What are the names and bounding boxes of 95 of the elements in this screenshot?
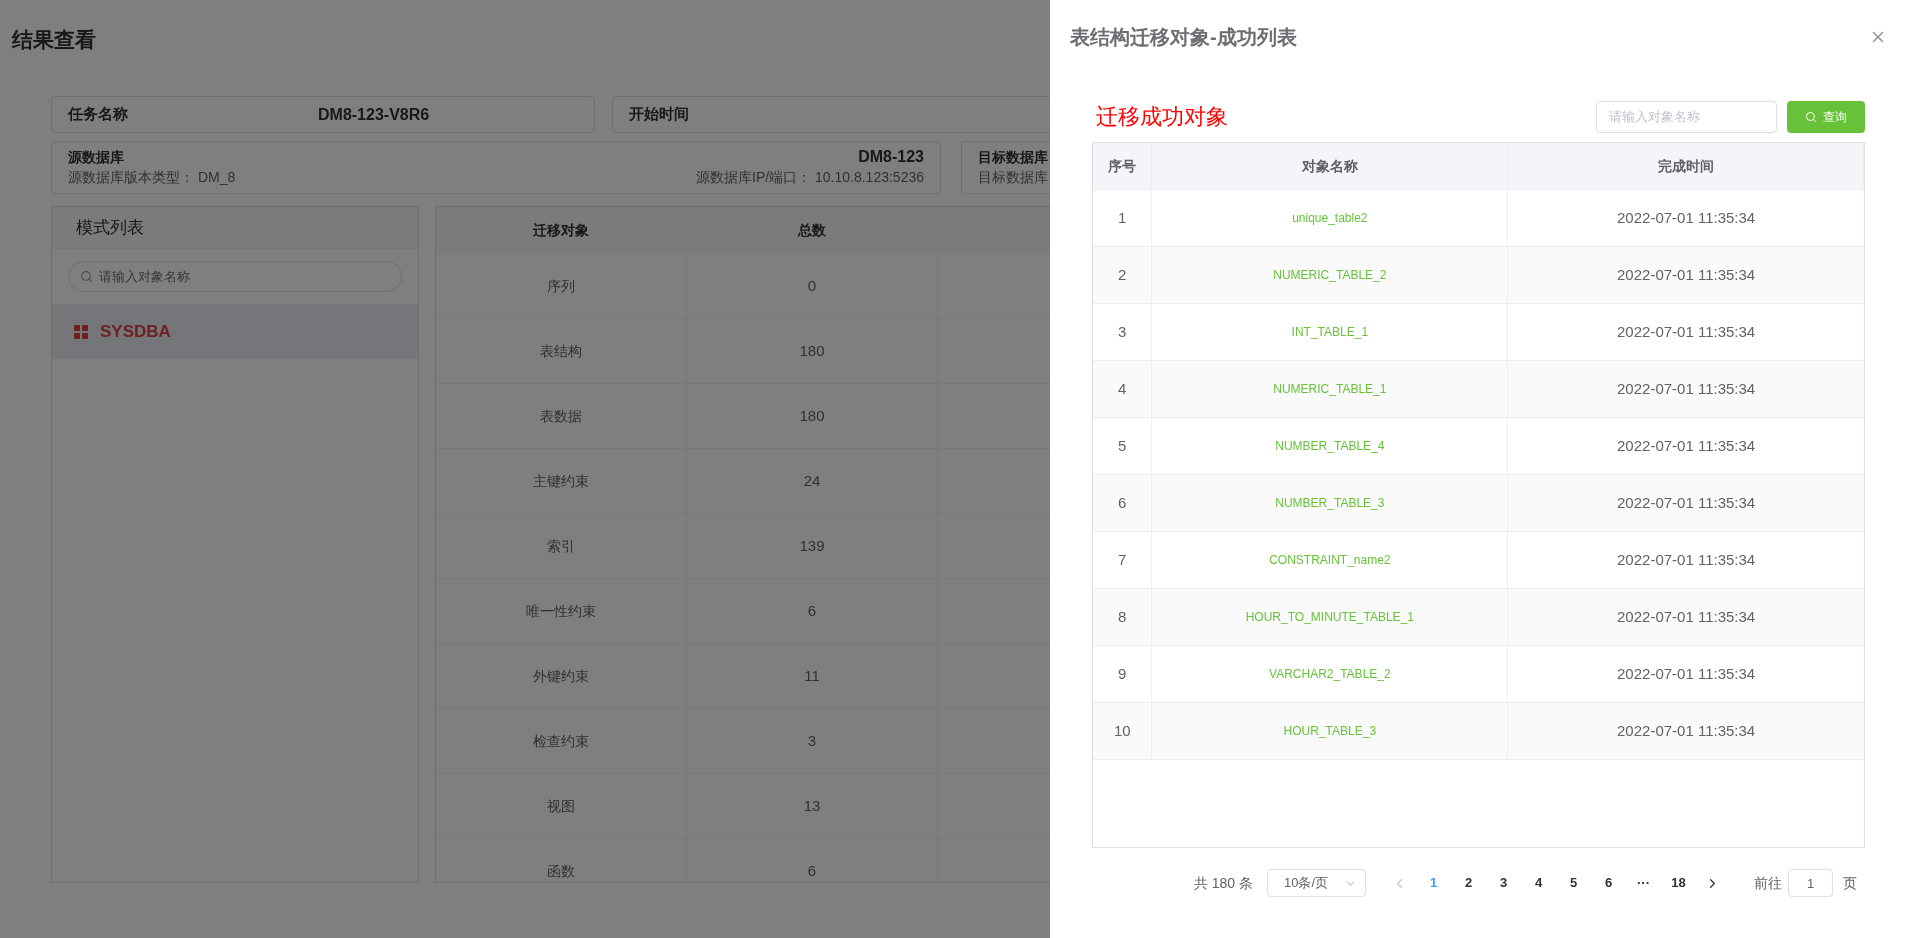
table-cell-text: 3 [1118,321,1127,342]
object-name: NUMERIC_TABLE_2 [1273,267,1387,284]
source-db-version: 源数据库版本类型： DM_8 [68,168,236,187]
table-cell-text: 主键约束 [533,471,589,491]
table-cell-text: 视图 [547,796,575,816]
total-count: 共 180 条 [1193,873,1253,893]
table-cell-text: 180 [799,340,825,361]
table-cell-text: 2022-07-01 11:35:34 [1617,378,1756,399]
table-cell-text: 表结构 [540,341,582,361]
table-cell-text: 2022-07-01 11:35:34 [1617,435,1756,456]
table-cell-text: 2022-07-01 11:35:34 [1617,321,1756,342]
column-header: 序号 [1108,156,1137,176]
table-row[interactable]: 9 VARCHAR2_TABLE_2 2022-07-01 11:35:34 [1093,646,1864,703]
page-unit: 页 [1843,873,1857,893]
object-name: INT_TABLE_1 [1291,324,1369,341]
column-header: 总数 [798,220,826,240]
target-db-label: 目标数据库 [978,148,1048,167]
table-cell-text: 24 [803,470,821,491]
table-cell-text: 7 [1118,549,1127,570]
object-name: HOUR_TO_MINUTE_TABLE_1 [1245,609,1414,626]
page-number[interactable]: 6 [1596,869,1621,897]
page-number[interactable]: 3 [1491,869,1516,897]
column-header: 对象名称 [1301,156,1358,176]
table-cell-text: 4 [1118,378,1127,399]
table-row[interactable]: 4 NUMERIC_TABLE_1 2022-07-01 11:35:34 [1093,361,1864,418]
goto-page-field[interactable]: 1 [1788,869,1833,897]
table-cell-text: 2 [1118,264,1127,285]
object-name: NUMERIC_TABLE_1 [1273,381,1387,398]
search-icon [80,270,93,283]
source-db-label: 源数据库 [68,148,125,167]
table-row[interactable]: 10 HOUR_TABLE_3 2022-07-01 11:35:34 [1093,703,1864,760]
table-cell-text: 2022-07-01 11:35:34 [1617,720,1756,741]
table-cell-text: 180 [799,405,825,426]
table-row[interactable]: 6 NUMBER_TABLE_3 2022-07-01 11:35:34 [1093,475,1864,532]
table-cell-text: 唯一性约束 [526,601,596,621]
table-row[interactable]: 8 HOUR_TO_MINUTE_TABLE_1 2022-07-01 11:35:34 [1093,589,1864,646]
table-cell-text: 3 [807,730,817,751]
table-cell-text: 2022-07-01 11:35:34 [1617,264,1756,285]
task-name-label: 任务名称 [68,104,129,125]
source-db-name: DM8-123 [858,147,924,167]
table-cell-text: 0 [807,275,817,296]
object-name: NUMBER_TABLE_4 [1275,438,1385,455]
object-name: unique_table2 [1292,210,1368,227]
table-cell-text: 函数 [547,861,575,881]
page-size-select[interactable]: 10条/页 [1267,869,1366,897]
table-cell-text: 外键约束 [533,666,589,686]
grid-icon [74,324,88,339]
drawer-title: 表结构迁移对象-成功列表 [1070,25,1297,50]
panel-title: 模式列表 [76,216,144,239]
table-cell-text: 2022-07-01 11:35:34 [1617,606,1756,627]
table-row[interactable]: 7 CONSTRAINT_name2 2022-07-01 11:35:34 [1093,532,1864,589]
table-cell-text: 表数据 [540,406,582,426]
search-icon [1805,110,1817,123]
column-header: 迁移对象 [533,220,589,240]
section-heading: 迁移成功对象 [1095,103,1228,131]
object-name: HOUR_TABLE_3 [1283,723,1377,740]
table-cell-text: 6 [807,600,817,621]
table-cell-text: 2022-07-01 11:35:34 [1617,207,1756,228]
table-cell-text: 2022-07-01 11:35:34 [1617,663,1756,684]
column-header: 完成时间 [1657,156,1714,176]
table-cell-text: 139 [799,535,825,556]
page-number[interactable]: 4 [1526,869,1551,897]
page-number[interactable]: 18 [1666,869,1691,897]
object-name: CONSTRAINT_name2 [1269,552,1391,569]
page-title: 结果查看 [12,28,96,51]
table-cell-text: 8 [1118,606,1127,627]
table-cell-text: 6 [807,860,817,881]
table-cell-text: 检查约束 [533,731,589,751]
table-cell-text: 10 [1113,720,1131,741]
table-cell-text: 1 [1118,207,1127,228]
table-row[interactable]: 3 INT_TABLE_1 2022-07-01 11:35:34 [1093,304,1864,361]
search-field[interactable]: 请输入对象名称 [1596,100,1777,133]
table-cell-text: 11 [804,665,820,686]
target-db-version: 目标数据库 [978,168,1048,187]
search-field[interactable]: 请输入对象名称 [68,261,402,292]
table-cell-text: 2022-07-01 11:35:34 [1617,549,1756,570]
task-name-value: DM8-123-V8R6 [318,104,430,125]
start-time-label: 开始时间 [629,104,689,125]
goto-label: 前往 [1754,873,1782,893]
table-cell-text: 6 [1118,492,1127,513]
table-cell-text: 5 [1118,435,1127,456]
table-row[interactable]: 2 NUMERIC_TABLE_2 2022-07-01 11:35:34 [1093,247,1864,304]
object-name: VARCHAR2_TABLE_2 [1269,666,1391,683]
table-row[interactable]: 1 unique_table2 2022-07-01 11:35:34 [1093,190,1864,247]
table-cell-text: 序列 [547,276,575,296]
object-name: NUMBER_TABLE_3 [1275,495,1385,512]
table-row[interactable]: 5 NUMBER_TABLE_4 2022-07-01 11:35:34 [1093,418,1864,475]
source-db-ip: 源数据库IP/端口： 10.10.8.123:5236 [696,168,924,187]
table-cell-text: 13 [803,795,821,816]
page-number[interactable]: 2 [1456,869,1481,897]
table-cell-text: 2022-07-01 11:35:34 [1617,492,1756,513]
page-number[interactable]: 5 [1561,869,1586,897]
table-cell-text: 9 [1118,663,1127,684]
table-cell-text: 索引 [547,536,575,556]
page-number[interactable]: ··· [1631,869,1656,897]
